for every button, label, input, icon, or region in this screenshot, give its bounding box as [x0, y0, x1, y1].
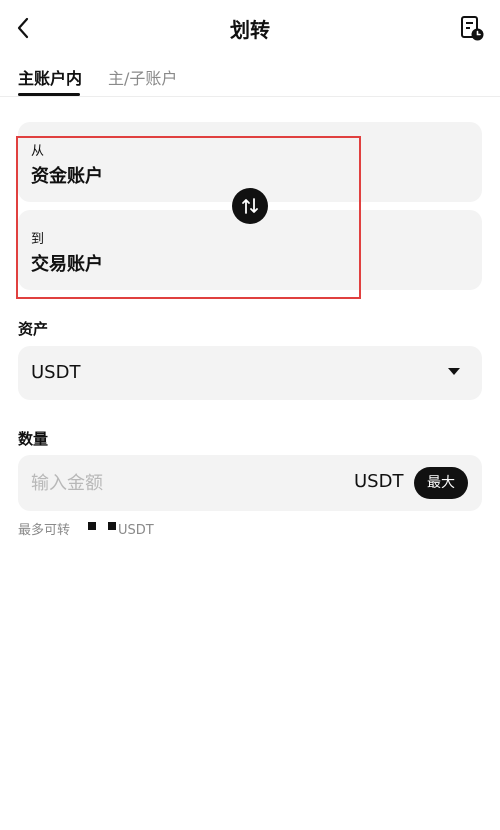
document-clock-icon [461, 16, 484, 41]
available-balance-label: 最多可转 USDT [18, 519, 154, 538]
amount-field: USDT 最大 [18, 455, 482, 511]
from-account-value: 资金账户 [31, 166, 103, 187]
asset-dropdown[interactable]: USDT [18, 346, 482, 400]
amount-input[interactable] [31, 469, 331, 497]
history-button[interactable] [458, 14, 486, 42]
max-button[interactable]: 最大 [414, 467, 468, 499]
caret-down-icon [448, 368, 460, 375]
available-prefix: 最多可转 [18, 523, 71, 538]
redacted-mark [88, 522, 96, 530]
quantity-label: 数量 [18, 430, 49, 448]
asset-value: USDT [31, 362, 81, 383]
active-tab-indicator [18, 93, 80, 96]
redacted-mark [108, 522, 116, 530]
page-title: 划转 [230, 18, 270, 42]
to-account-value: 交易账户 [31, 254, 103, 275]
from-label: 从 [31, 144, 45, 159]
tab-bar: 主账户内 主/子账户 [0, 56, 500, 97]
amount-unit: USDT [354, 471, 404, 492]
swap-accounts-button[interactable] [232, 188, 268, 224]
to-label: 到 [31, 232, 45, 247]
tab-main-account[interactable]: 主账户内 [18, 65, 82, 89]
tab-sub-account[interactable]: 主/子账户 [108, 65, 177, 89]
asset-label: 资产 [18, 320, 49, 338]
available-unit: USDT [118, 523, 154, 538]
swap-arrows-icon [242, 198, 258, 214]
header: 划转 [0, 0, 500, 56]
